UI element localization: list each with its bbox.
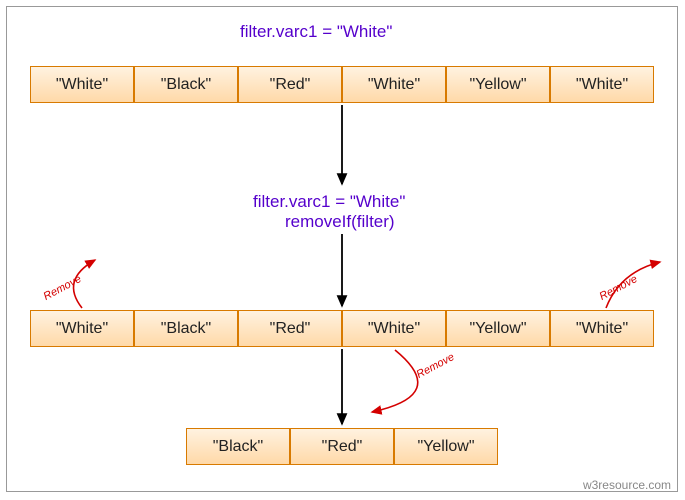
list-item: "White" [30, 66, 134, 103]
list-item: "Red" [238, 66, 342, 103]
list-item: "Yellow" [446, 310, 550, 347]
row-after-apply: "White" "Black" "Red" "White" "Yellow" "… [30, 310, 654, 347]
row-initial: "White" "Black" "Red" "White" "Yellow" "… [30, 66, 654, 103]
caption-top: filter.varc1 = "White" [240, 22, 392, 42]
watermark: w3resource.com [583, 478, 671, 492]
list-item: "White" [550, 310, 654, 347]
list-item: "White" [30, 310, 134, 347]
list-item: "Yellow" [446, 66, 550, 103]
list-item: "Black" [186, 428, 290, 465]
list-item: "Black" [134, 66, 238, 103]
list-item: "Yellow" [394, 428, 498, 465]
list-item: "Red" [238, 310, 342, 347]
row-result: "Black" "Red" "Yellow" [186, 428, 498, 465]
list-item: "Black" [134, 310, 238, 347]
caption-mid-line1: filter.varc1 = "White" [253, 192, 405, 212]
list-item: "Red" [290, 428, 394, 465]
caption-mid-line2: removeIf(filter) [285, 212, 395, 232]
list-item: "White" [550, 66, 654, 103]
list-item: "White" [342, 66, 446, 103]
list-item: "White" [342, 310, 446, 347]
